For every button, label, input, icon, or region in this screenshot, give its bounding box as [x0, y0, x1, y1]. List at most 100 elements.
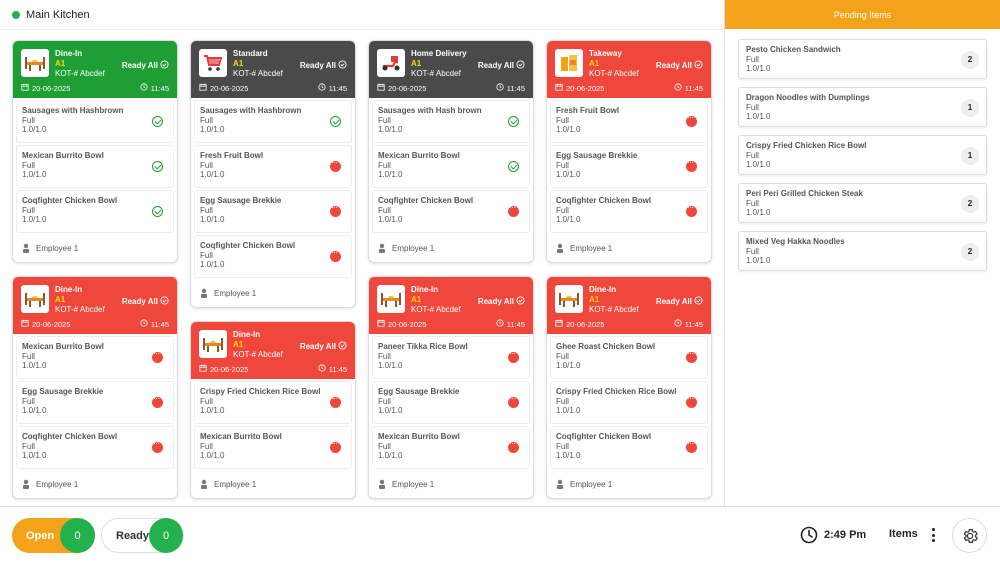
dine-in-icon	[555, 285, 583, 313]
order-item[interactable]: Sausages with Hash brown Full 1.0/1.0	[372, 100, 530, 143]
item-quantity: 1.0/1.0	[22, 215, 47, 224]
chef-icon	[377, 243, 387, 255]
pending-dots-icon[interactable]	[508, 394, 519, 408]
item-quantity: 1.0/1.0	[556, 170, 581, 179]
order-info: Takeway A1 KOT-# Abcdef	[589, 49, 639, 79]
clock-icon	[496, 319, 504, 329]
order-item[interactable]: Egg Sausage Brekkie Full 1.0/1.0	[372, 381, 530, 424]
ready-filter-button[interactable]: Ready 0	[101, 518, 184, 553]
order-item[interactable]: Paneer Tikka Rice Bowl Full 1.0/1.0	[372, 336, 530, 379]
pending-dots-icon[interactable]	[330, 203, 341, 217]
pending-dots-icon[interactable]	[508, 203, 519, 217]
pending-dots-icon[interactable]	[152, 439, 163, 453]
pending-dots-icon[interactable]	[686, 113, 697, 127]
ready-all-button[interactable]: Ready All	[122, 296, 169, 307]
order-item[interactable]: Mexican Burrito Bowl Full 1.0/1.0	[372, 426, 530, 469]
more-menu-icon[interactable]	[926, 525, 940, 545]
dine-in-icon	[199, 330, 227, 358]
order-item[interactable]: Sausages with Hashbrown Full 1.0/1.0	[16, 100, 174, 143]
kot-number: KOT-# Abcdef	[411, 305, 461, 314]
order-date-value: 20-06-2025	[566, 83, 605, 93]
pending-item[interactable]: Crispy Fried Chicken Rice Bowl Full 1.0/1.…	[738, 135, 987, 175]
settings-button[interactable]	[952, 518, 987, 553]
ready-all-button[interactable]: Ready All	[300, 341, 347, 352]
order-date-value: 20-06-2025	[566, 319, 605, 329]
pending-item-name: Dragon Noodles with Dumplings	[746, 93, 870, 102]
open-filter-button[interactable]: Open 0	[12, 518, 95, 553]
order-item[interactable]: Coqfighter Chicken Bowl Full 1.0/1.0	[194, 235, 352, 278]
order-item[interactable]: Egg Sausage Brekkie Full 1.0/1.0	[550, 145, 708, 188]
item-portion: Full	[378, 351, 391, 361]
order-item[interactable]: Egg Sausage Brekkie Full 1.0/1.0	[194, 190, 352, 233]
order-item[interactable]: Mexican Burrito Bowl Full 1.0/1.0	[194, 426, 352, 469]
pending-dots-icon[interactable]	[330, 439, 341, 453]
check-circle-icon[interactable]	[330, 116, 341, 127]
table-number: A1	[233, 59, 244, 68]
order-time-value: 11:45	[684, 319, 703, 329]
order-item[interactable]: Coqfighter Chicken Bowl Full 1.0/1.0	[550, 426, 708, 469]
order-item[interactable]: Crispy Fried Chicken Rice Bowl Full 1.0/1.…	[194, 381, 352, 424]
pending-dots-icon[interactable]	[330, 394, 341, 408]
employee-name: Employee 1	[570, 480, 613, 489]
order-item[interactable]: Ghee Roast Chicken Bowl Full 1.0/1.0	[550, 336, 708, 379]
order-item[interactable]: Fresh Fruit Bowl Full 1.0/1.0	[194, 145, 352, 188]
item-name: Mexican Burrito Bowl	[378, 151, 460, 160]
order-time: 11:45	[140, 319, 169, 329]
ready-all-button[interactable]: Ready All	[656, 296, 703, 307]
order-item[interactable]: Coqfighter Chicken Bowl Full 1.0/1.0	[16, 190, 174, 233]
check-circle-icon[interactable]	[508, 116, 519, 127]
order-item[interactable]: Sausages with Hashbrown Full 1.0/1.0	[194, 100, 352, 143]
items-button[interactable]: Items	[889, 528, 918, 540]
chef-icon	[21, 479, 31, 491]
calendar-icon	[199, 83, 207, 93]
pending-dots-icon[interactable]	[508, 439, 519, 453]
order-item[interactable]: Mexican Burrito Bowl Full 1.0/1.0	[16, 336, 174, 379]
order-footer: Employee 1	[547, 235, 711, 262]
clock-icon	[318, 83, 326, 93]
kot-number: KOT-# Abcdef	[411, 69, 461, 78]
ready-all-button[interactable]: Ready All	[478, 296, 525, 307]
item-quantity: 1.0/1.0	[378, 361, 403, 370]
scooter-icon	[377, 49, 405, 77]
pending-dots-icon[interactable]	[152, 394, 163, 408]
check-circle-icon[interactable]	[152, 161, 163, 172]
pending-dots-icon[interactable]	[330, 158, 341, 172]
calendar-icon	[377, 83, 385, 93]
ready-all-button[interactable]: Ready All	[122, 60, 169, 71]
pending-dots-icon[interactable]	[152, 349, 163, 363]
ready-all-button[interactable]: Ready All	[300, 60, 347, 71]
pending-item[interactable]: Peri Peri Grilled Chicken Steak Full 1.0/1…	[738, 183, 987, 223]
order-item[interactable]: Mexican Burrito Bowl Full 1.0/1.0	[372, 145, 530, 188]
order-item[interactable]: Fresh Fruit Bowl Full 1.0/1.0	[550, 100, 708, 143]
order-type: Dine-In	[589, 285, 617, 294]
check-circle-icon[interactable]	[152, 116, 163, 127]
item-quantity: 1.0/1.0	[556, 406, 581, 415]
order-item[interactable]: Mexican Burrito Bowl Full 1.0/1.0	[16, 145, 174, 188]
pending-item[interactable]: Mixed Veg Hakka Noodles Full 1.0/1.0 2	[738, 231, 987, 271]
pending-dots-icon[interactable]	[330, 248, 341, 262]
item-quantity: 1.0/1.0	[378, 406, 403, 415]
check-circle-icon[interactable]	[508, 161, 519, 172]
pending-dots-icon[interactable]	[686, 158, 697, 172]
pending-item[interactable]: Pesto Chicken Sandwich Full 1.0/1.0 2	[738, 39, 987, 79]
pending-dots-icon[interactable]	[686, 394, 697, 408]
order-item[interactable]: Crispy Fried Chicken Rice Bowl Full 1.0/1.…	[550, 381, 708, 424]
pending-item[interactable]: Dragon Noodles with Dumplings Full 1.0/1.0…	[738, 87, 987, 127]
ready-all-button[interactable]: Ready All	[478, 60, 525, 71]
order-item[interactable]: Coqfighter Chicken Bowl Full 1.0/1.0	[550, 190, 708, 233]
pending-dots-icon[interactable]	[686, 203, 697, 217]
order-item[interactable]: Egg Sausage Brekkie Full 1.0/1.0	[16, 381, 174, 424]
kot-number: KOT-# Abcdef	[55, 305, 105, 314]
order-footer: Employee 1	[191, 471, 355, 498]
item-name: Crispy Fried Chicken Rice Bowl	[200, 387, 321, 396]
order-item[interactable]: Coqfighter Chicken Bowl Full 1.0/1.0	[372, 190, 530, 233]
table-number: A1	[589, 295, 600, 304]
pending-dots-icon[interactable]	[508, 349, 519, 363]
ready-all-button[interactable]: Ready All	[656, 60, 703, 71]
check-circle-icon[interactable]	[152, 206, 163, 217]
pending-dots-icon[interactable]	[686, 439, 697, 453]
order-item[interactable]: Coqfighter Chicken Bowl Full 1.0/1.0	[16, 426, 174, 469]
table-number: A1	[411, 295, 422, 304]
pending-dots-icon[interactable]	[686, 349, 697, 363]
order-info: Standard A1 KOT-# Abcdef	[233, 49, 283, 79]
